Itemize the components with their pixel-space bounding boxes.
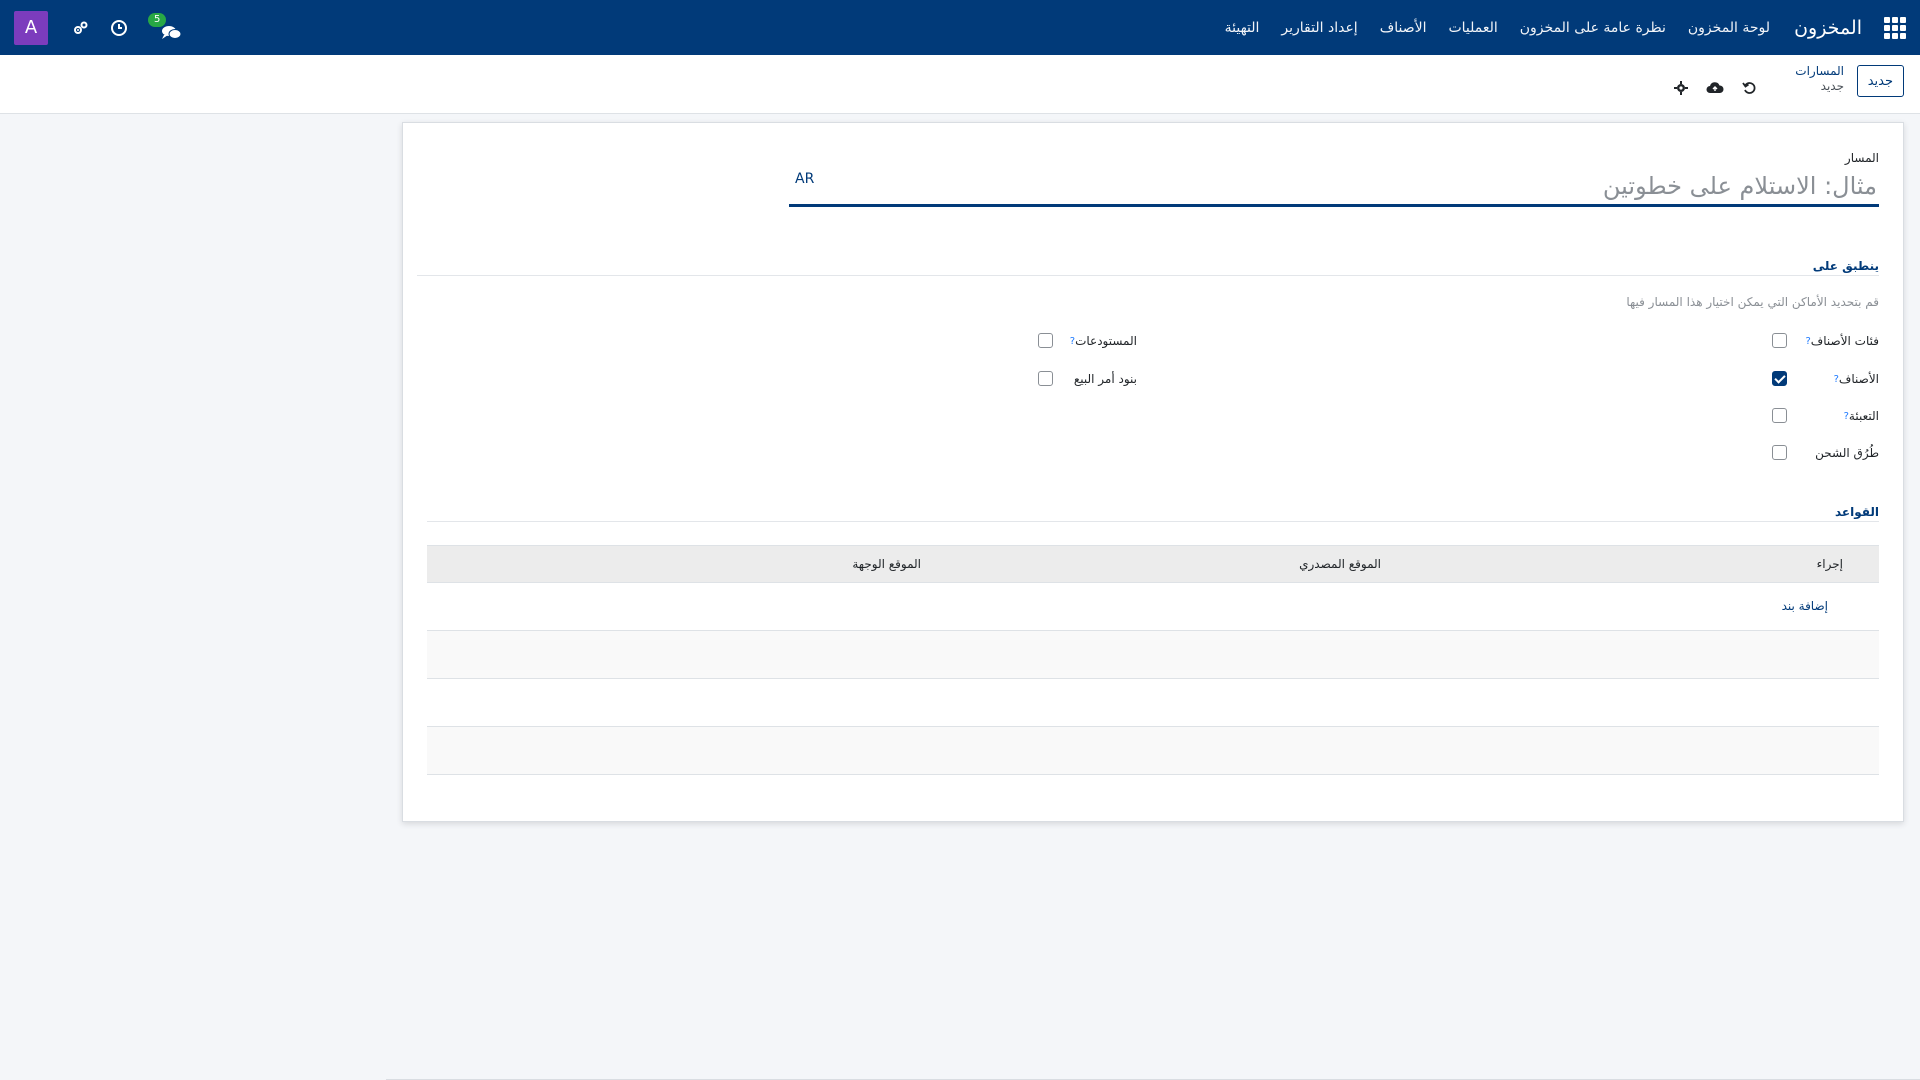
- applies-on-title: ينطبق على: [1812, 259, 1879, 273]
- record-actions: [1662, 79, 1758, 97]
- products-option: الأصناف?: [1832, 370, 1879, 388]
- warehouses-label: المستودعات: [1075, 334, 1137, 348]
- warehouses-option: المستودعات?: [1068, 332, 1137, 350]
- sales-order-lines-checkbox[interactable]: [1038, 371, 1053, 386]
- products-label: الأصناف: [1838, 372, 1879, 386]
- form-sheet: المسار AR ينطبق على قم بتحديد الأماكن ال…: [402, 122, 1904, 822]
- messaging-icon[interactable]: 5: [148, 12, 182, 41]
- route-field-label: المسار: [1844, 151, 1879, 165]
- packaging-option: التعبئة?: [1842, 407, 1879, 425]
- app-brand[interactable]: المخزون: [1794, 17, 1862, 39]
- product-categories-checkbox[interactable]: [1772, 333, 1787, 348]
- route-name-input[interactable]: [789, 167, 1879, 207]
- menu-operations[interactable]: العمليات: [1448, 20, 1497, 36]
- menu-products[interactable]: الأصناف: [1380, 20, 1427, 36]
- menu-reporting[interactable]: إعداد التقارير: [1281, 20, 1357, 36]
- packaging-label: التعبئة: [1848, 409, 1879, 423]
- products-checkbox[interactable]: [1772, 371, 1787, 386]
- table-row: إضافة بند: [427, 583, 1879, 631]
- menu-inventory-dashboard[interactable]: لوحة المخزون: [1688, 20, 1770, 36]
- rules-table-header: إجراء الموقع المصدري الموقع الوجهة: [427, 545, 1879, 583]
- shipping-methods-label: طُرُق الشحن: [1815, 446, 1879, 460]
- shipping-methods-option: طُرُق الشحن: [1815, 444, 1879, 462]
- rules-title: القواعد: [1834, 505, 1879, 519]
- product-categories-label: فئات الأصناف: [1810, 334, 1879, 348]
- breadcrumb-routes-link[interactable]: المسارات: [1795, 64, 1844, 79]
- breadcrumb-current: جديد: [1820, 79, 1844, 93]
- sales-order-lines-label: بنود أمر البيع: [1073, 372, 1137, 386]
- sales-order-lines-option: بنود أمر البيع: [1074, 370, 1137, 388]
- packaging-checkbox[interactable]: [1772, 408, 1787, 423]
- navbar-systray: A 5: [14, 0, 182, 55]
- gear-icon[interactable]: [1672, 79, 1690, 97]
- menu-configuration[interactable]: التهيئة: [1225, 20, 1260, 36]
- new-record-button[interactable]: جديد: [1856, 65, 1904, 97]
- applies-on-divider: [417, 275, 1879, 276]
- apps-grid-icon[interactable]: [1884, 16, 1906, 39]
- applies-on-hint: قم بتحديد الأماكن التي يمكن اختيار هذا ا…: [1626, 295, 1879, 309]
- settings-tools-icon[interactable]: [70, 17, 92, 39]
- top-navbar: المخزون لوحة المخزون نظرة عامة على المخز…: [0, 0, 1920, 55]
- control-panel: جديد المسارات جديد: [0, 55, 1920, 114]
- table-row: [427, 727, 1879, 775]
- user-avatar[interactable]: A: [14, 10, 48, 45]
- message-count-badge: 5: [148, 12, 167, 27]
- discard-undo-icon[interactable]: [1740, 79, 1758, 97]
- rules-divider: [427, 521, 1879, 522]
- help-icon[interactable]: ?: [1805, 336, 1810, 347]
- activity-clock-icon[interactable]: [108, 17, 130, 39]
- column-destination-location[interactable]: الموقع الوجهة: [852, 557, 921, 571]
- product-categories-option: فئات الأصناف?: [1803, 332, 1879, 350]
- help-icon[interactable]: ?: [1844, 411, 1849, 422]
- column-action[interactable]: إجراء: [1817, 557, 1843, 571]
- warehouses-checkbox[interactable]: [1038, 333, 1053, 348]
- shipping-methods-checkbox[interactable]: [1772, 445, 1787, 460]
- help-icon[interactable]: ?: [1834, 374, 1839, 385]
- breadcrumb: المسارات جديد: [1795, 64, 1844, 94]
- language-toggle-button[interactable]: AR: [795, 171, 814, 187]
- column-source-location[interactable]: الموقع المصدري: [1299, 557, 1381, 571]
- save-cloud-icon[interactable]: [1706, 79, 1724, 97]
- add-line-link[interactable]: إضافة بند: [1782, 599, 1828, 613]
- table-row: [427, 679, 1879, 727]
- help-icon[interactable]: ?: [1070, 336, 1075, 347]
- menu-inventory-overview[interactable]: نظرة عامة على المخزون: [1520, 20, 1666, 36]
- table-row: [427, 631, 1879, 679]
